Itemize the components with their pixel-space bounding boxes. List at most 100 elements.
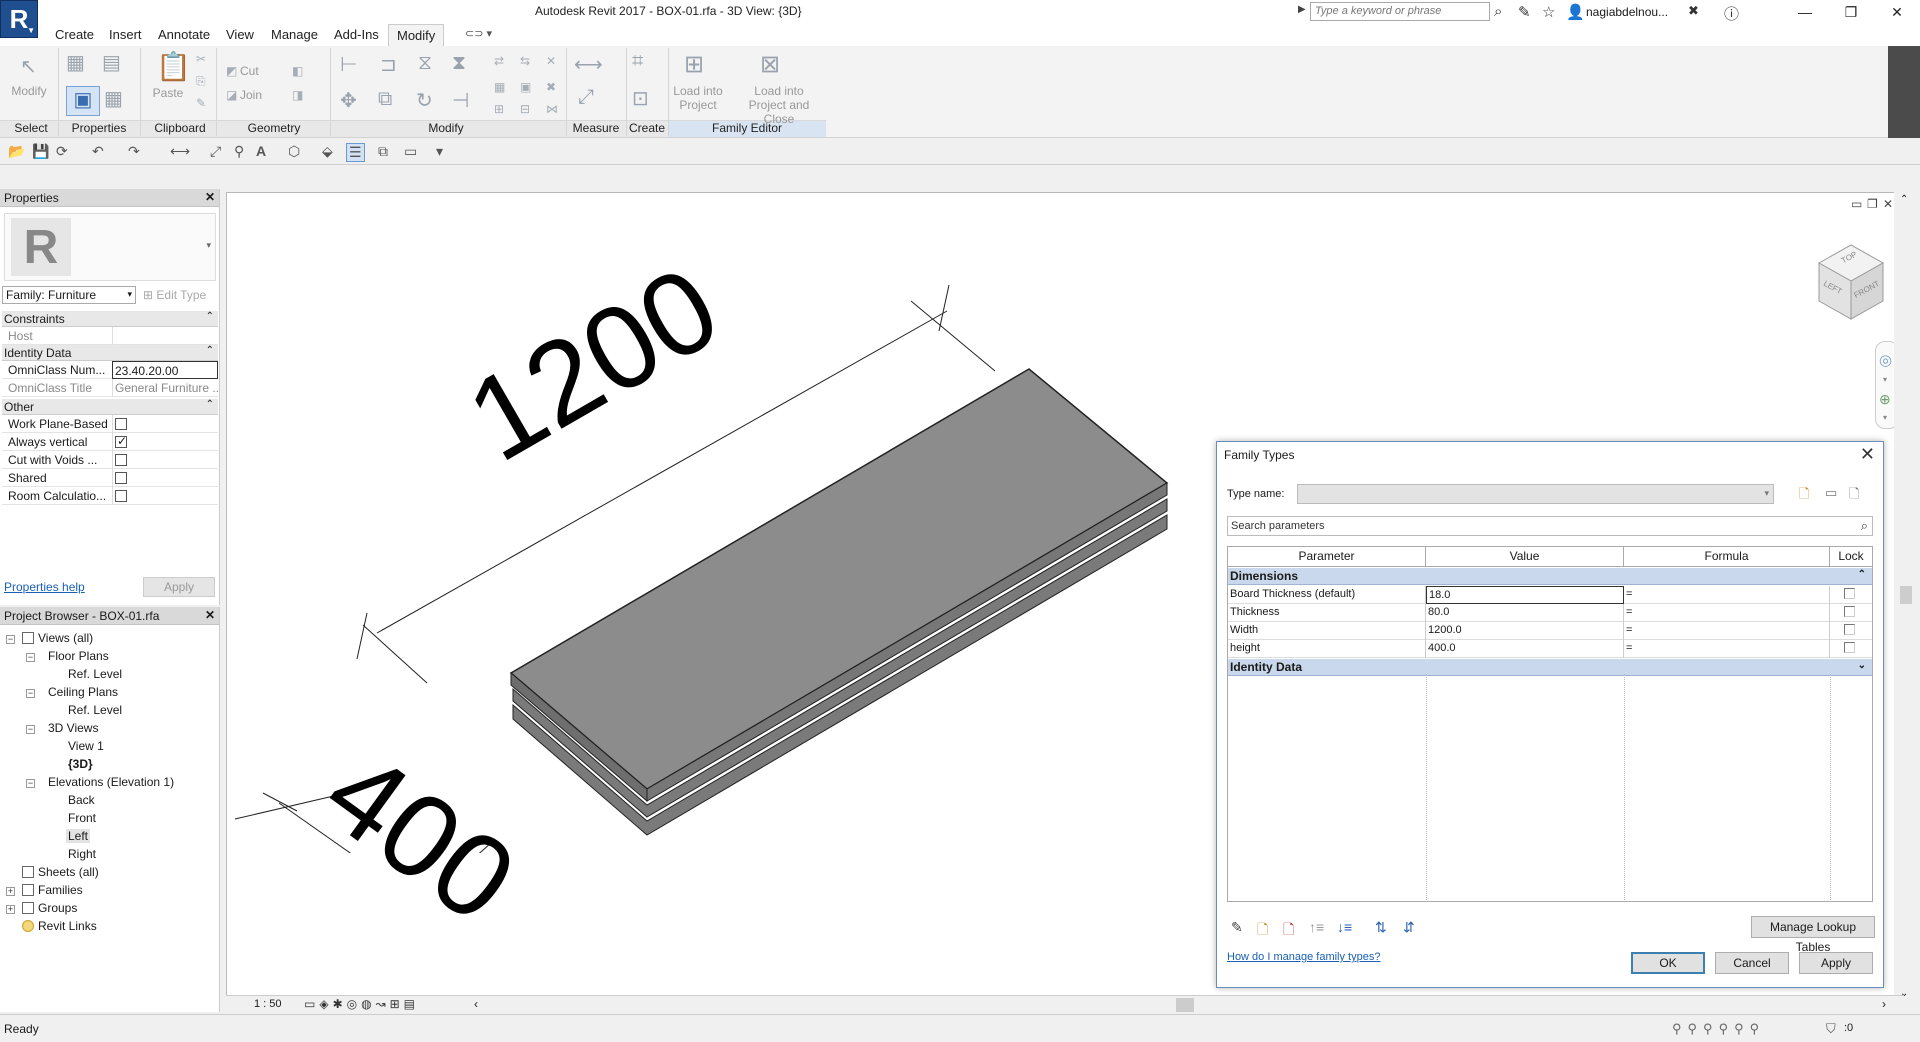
load-into-project-close-icon[interactable]: ⊠ bbox=[760, 50, 780, 79]
collapse-toggle-icon[interactable]: − bbox=[6, 635, 15, 644]
lock-checkbox[interactable] bbox=[1844, 624, 1855, 635]
param-name[interactable]: Thickness bbox=[1228, 604, 1426, 622]
scrollbar-thumb[interactable] bbox=[1900, 586, 1912, 604]
type-selector-preview[interactable]: R ▾ bbox=[4, 213, 216, 281]
close-button[interactable]: ✕ bbox=[1874, 0, 1920, 24]
open-icon[interactable]: 📂 bbox=[8, 143, 25, 160]
restore-button[interactable]: ❐ bbox=[1828, 0, 1874, 24]
switch-windows-icon[interactable]: ▭ bbox=[404, 143, 417, 160]
chevron-down-icon[interactable]: ▾ bbox=[206, 240, 211, 251]
scroll-left-icon[interactable]: ‹ bbox=[474, 997, 478, 1011]
tab-create[interactable]: Create bbox=[55, 27, 94, 42]
move-icon[interactable]: ✥ bbox=[340, 88, 357, 113]
mirror-axis-icon[interactable]: ⧖ bbox=[418, 52, 432, 75]
tab-view[interactable]: View bbox=[226, 27, 254, 42]
param-value-input[interactable]: 80.0 bbox=[1426, 604, 1624, 622]
section-other[interactable]: Other ⌃ bbox=[2, 399, 218, 415]
tree-floor-plans[interactable]: Floor Plans bbox=[48, 649, 109, 663]
scroll-up-icon[interactable]: ⌃ bbox=[1900, 194, 1908, 205]
edit-type-button[interactable]: ⊞ Edit Type bbox=[143, 288, 206, 302]
sort-descending-icon[interactable]: ⇵ bbox=[1403, 919, 1415, 936]
paste-button-label[interactable]: Paste bbox=[148, 86, 188, 100]
tree-views-all[interactable]: Views (all) bbox=[22, 631, 93, 645]
help-icon[interactable]: ⓘ bbox=[1724, 3, 1739, 24]
param-name[interactable]: height bbox=[1228, 640, 1426, 658]
family-category-icon[interactable]: ▤ bbox=[102, 50, 121, 75]
panel-geometry[interactable]: Geometry bbox=[228, 121, 320, 135]
lock-checkbox[interactable] bbox=[1844, 606, 1855, 617]
view-control-icons[interactable]: ▭◈✱◎◍↝⊞▤ bbox=[304, 997, 419, 1011]
cut-label[interactable]: Cut bbox=[240, 64, 278, 78]
tree-elevation-right[interactable]: Right bbox=[68, 847, 96, 861]
thin-lines-icon[interactable]: ☰ bbox=[346, 143, 365, 162]
collapse-toggle-icon[interactable]: − bbox=[26, 653, 35, 662]
close-icon[interactable]: ✕ bbox=[205, 190, 215, 204]
param-value-input[interactable]: 400.0 bbox=[1426, 640, 1624, 658]
expand-toggle-icon[interactable]: + bbox=[6, 905, 15, 914]
ribbon-toggle-icon[interactable]: ⊂⊃ ▾ bbox=[465, 27, 492, 40]
tree-revit-links[interactable]: Revit Links bbox=[22, 919, 97, 933]
tab-insert[interactable]: Insert bbox=[109, 27, 142, 42]
group-dimensions[interactable]: Dimensions ⌃ bbox=[1228, 568, 1872, 585]
section-constraints[interactable]: Constraints ⌃ bbox=[2, 311, 218, 327]
load-into-project-icon[interactable]: ⊞ bbox=[684, 50, 704, 79]
paint-icon[interactable]: ◨ bbox=[292, 88, 303, 102]
minimize-button[interactable]: — bbox=[1782, 0, 1828, 24]
ok-button[interactable]: OK bbox=[1631, 952, 1705, 974]
modify-button-label[interactable]: Modify bbox=[8, 84, 50, 98]
param-formula-input[interactable]: = bbox=[1624, 586, 1830, 604]
filter-icon[interactable]: ⛉ bbox=[1826, 1021, 1836, 1037]
delete-type-icon[interactable]: 🗋 bbox=[1849, 485, 1859, 507]
search-icon[interactable]: ⌕ bbox=[1861, 518, 1868, 534]
param-formula-input[interactable]: = bbox=[1624, 604, 1830, 622]
dimension-icon[interactable]: ⤢ bbox=[578, 86, 594, 109]
work-plane-based-checkbox[interactable] bbox=[115, 418, 127, 430]
array-icon[interactable]: ▦ bbox=[494, 80, 505, 94]
col-header-formula[interactable]: Formula bbox=[1624, 547, 1830, 567]
copy-element-icon[interactable]: ⧉ bbox=[378, 88, 392, 111]
create-group-icon[interactable]: ⊡ bbox=[632, 86, 649, 111]
lock-checkbox[interactable] bbox=[1844, 642, 1855, 653]
subscription-icon[interactable]: ✎ bbox=[1518, 3, 1531, 21]
properties-help-link[interactable]: Properties help bbox=[4, 580, 85, 594]
measure-icon[interactable]: ⟷ bbox=[170, 143, 190, 160]
close-hidden-windows-icon[interactable]: ⧉ bbox=[378, 143, 388, 160]
panel-modify[interactable]: Modify bbox=[334, 121, 558, 135]
close-icon[interactable]: ✕ bbox=[205, 608, 215, 622]
room-calculation-checkbox[interactable] bbox=[115, 490, 127, 502]
horizontal-scrollbar-thumb[interactable] bbox=[1176, 998, 1194, 1012]
mirror-draw-icon[interactable]: ⧗ bbox=[452, 52, 466, 75]
apply-button[interactable]: Apply bbox=[1799, 952, 1873, 974]
tree-sheets[interactable]: Sheets (all) bbox=[22, 865, 99, 879]
favorites-star-icon[interactable]: ☆ bbox=[1542, 3, 1555, 21]
binoculars-icon[interactable]: ⌕ bbox=[1494, 3, 1502, 20]
type-properties-icon[interactable]: ▦ bbox=[104, 86, 123, 111]
view-close-icon[interactable]: ✕ bbox=[1883, 197, 1893, 211]
properties-apply-button[interactable]: Apply bbox=[143, 577, 215, 597]
panel-select[interactable]: Select bbox=[6, 121, 56, 135]
expand-toggle-icon[interactable]: + bbox=[6, 887, 15, 896]
chevron-down-icon[interactable]: ▾ bbox=[1883, 375, 1887, 384]
collapse-icon[interactable]: ⌃ bbox=[206, 399, 214, 410]
sort-ascending-icon[interactable]: ⇅ bbox=[1375, 919, 1387, 936]
redo-icon[interactable]: ↷ bbox=[128, 143, 140, 160]
always-vertical-checkbox[interactable] bbox=[115, 434, 127, 448]
view-restore-icon[interactable]: ❐ bbox=[1867, 197, 1878, 211]
user-name[interactable]: nagiabdelnou... bbox=[1586, 5, 1668, 19]
measure-distance-icon[interactable]: ⟷ bbox=[574, 52, 603, 77]
param-name[interactable]: Board Thickness (default) bbox=[1228, 586, 1426, 604]
save-icon[interactable]: 💾 bbox=[32, 143, 49, 160]
param-formula-input[interactable]: = bbox=[1624, 622, 1830, 640]
tab-add-ins[interactable]: Add-Ins bbox=[334, 27, 379, 42]
undo-icon[interactable]: ↶ bbox=[92, 143, 104, 160]
trim-extend-icon[interactable]: ⊣ bbox=[452, 88, 469, 113]
tree-ceiling-plan-ref-level[interactable]: Ref. Level bbox=[68, 703, 122, 717]
tree-3d-views[interactable]: 3D Views bbox=[48, 721, 98, 735]
panel-measure[interactable]: Measure bbox=[568, 121, 624, 135]
move-small-icon[interactable]: ⇄ bbox=[494, 54, 504, 68]
tab-manage[interactable]: Manage bbox=[271, 27, 318, 42]
col-header-value[interactable]: Value bbox=[1426, 547, 1624, 567]
modify-cursor-icon[interactable]: ↖ bbox=[20, 54, 37, 79]
create-similar-icon[interactable]: ⌗ bbox=[632, 50, 643, 73]
expand-icon[interactable]: ⌄ bbox=[1858, 660, 1866, 671]
